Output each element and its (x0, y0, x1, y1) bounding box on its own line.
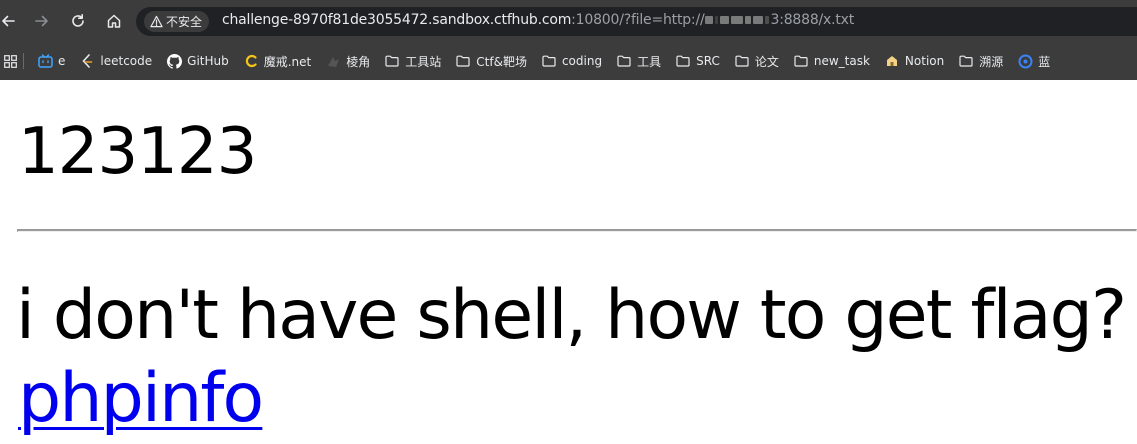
folder-icon (616, 53, 632, 69)
folder-icon (793, 53, 809, 69)
folder-icon (734, 53, 750, 69)
back-button[interactable] (0, 9, 20, 33)
bookmark-folder[interactable]: 工具 (609, 48, 668, 74)
url-text[interactable]: challenge-8970f81de3055472.sandbox.ctfhu… (222, 12, 854, 28)
page-content: 123123 i don't have shell, how to get fl… (0, 80, 1137, 444)
bookmark-folder[interactable]: Ctf&靶场 (448, 48, 534, 74)
lengjiao-icon (325, 53, 341, 69)
phpinfo-link[interactable]: phpinfo (18, 365, 264, 433)
warning-triangle-icon (150, 15, 163, 28)
bookmark-label: 魔戒.net (263, 54, 312, 69)
bookmark-folder[interactable]: SRC (668, 48, 727, 74)
mojie-icon (243, 53, 259, 69)
bookmark-label: SRC (696, 54, 720, 68)
page-heading-question: i don't have shell, how to get flag? (16, 276, 1127, 355)
folder-icon (455, 53, 471, 69)
bookmark-link[interactable]: Notion (877, 48, 951, 74)
bookmark-link[interactable]: leetcode (72, 48, 159, 74)
bilibili-icon (37, 53, 53, 69)
url-path: :10800/?file=http:// (571, 12, 705, 28)
bookmarks-list: e leetcode GitHub 魔戒.net 棱角 工具站 Ctf&靶场 coding 工具… (30, 48, 1057, 74)
bookmark-label: new_task (813, 54, 870, 68)
bookmark-folder[interactable]: 工具站 (377, 48, 448, 74)
bookmark-link[interactable]: 魔戒.net (236, 48, 319, 74)
github-icon (166, 53, 182, 69)
bookmark-folder[interactable]: coding (534, 48, 609, 74)
folder-icon (675, 53, 691, 69)
horizontal-rule (17, 229, 1137, 232)
bookmark-label: 论文 (754, 54, 779, 69)
bookmark-label: 工具 (637, 54, 662, 69)
bookmark-label: GitHub (187, 54, 229, 68)
bookmark-link[interactable]: GitHub (159, 48, 236, 74)
bookmark-folder[interactable]: 论文 (727, 48, 786, 74)
reload-button[interactable] (66, 9, 90, 33)
page-heading-number: 123123 (18, 115, 257, 189)
bookmark-label: Ctf&靶场 (476, 54, 527, 69)
bookmark-link[interactable]: 蓝 (1010, 48, 1057, 74)
folder-icon (958, 53, 974, 69)
bookmark-label: 溯源 (979, 54, 1004, 69)
bookmark-label: 蓝 (1038, 54, 1051, 69)
folder-icon (384, 53, 400, 69)
bookmarks-bar: e leetcode GitHub 魔戒.net 棱角 工具站 Ctf&靶场 coding 工具… (0, 42, 1137, 80)
url-host: challenge-8970f81de3055472.sandbox.ctfhu… (222, 12, 572, 28)
notion-icon (884, 53, 900, 69)
forward-button[interactable] (30, 9, 54, 33)
url-redacted (704, 12, 770, 28)
bookmark-link[interactable]: e (30, 48, 72, 74)
bookmark-folder[interactable]: 溯源 (951, 48, 1010, 74)
arrow-right-icon (35, 15, 48, 27)
browser-toolbar: 不安全 challenge-8970f81de3055472.sandbox.c… (0, 0, 1137, 42)
reload-icon (72, 14, 84, 27)
leetcode-icon (79, 53, 95, 69)
security-label: 不安全 (166, 15, 203, 29)
home-button[interactable] (102, 9, 126, 33)
bookmark-link[interactable]: 棱角 (318, 48, 377, 74)
bookmark-label: 工具站 (405, 54, 442, 69)
lan-icon (1017, 53, 1033, 69)
bookmark-folder[interactable]: new_task (786, 48, 877, 74)
address-bar[interactable]: 不安全 challenge-8970f81de3055472.sandbox.c… (136, 7, 1137, 36)
arrow-left-icon (2, 15, 15, 27)
bookmark-label: e (58, 54, 66, 68)
url-tail: 3:8888/x.txt (770, 12, 855, 28)
apps-button[interactable] (0, 48, 19, 74)
bookmark-label: Notion (904, 54, 945, 68)
bookmark-label: 棱角 (346, 54, 371, 69)
bookmark-label: coding (561, 54, 603, 68)
home-icon (107, 14, 121, 28)
bookmarks-separator (23, 53, 24, 69)
folder-icon (541, 53, 557, 69)
bookmark-label: leetcode (100, 54, 153, 68)
browser-chrome: 不安全 challenge-8970f81de3055472.sandbox.c… (0, 0, 1137, 80)
apps-grid-icon (4, 54, 17, 68)
security-indicator[interactable]: 不安全 (144, 11, 210, 32)
